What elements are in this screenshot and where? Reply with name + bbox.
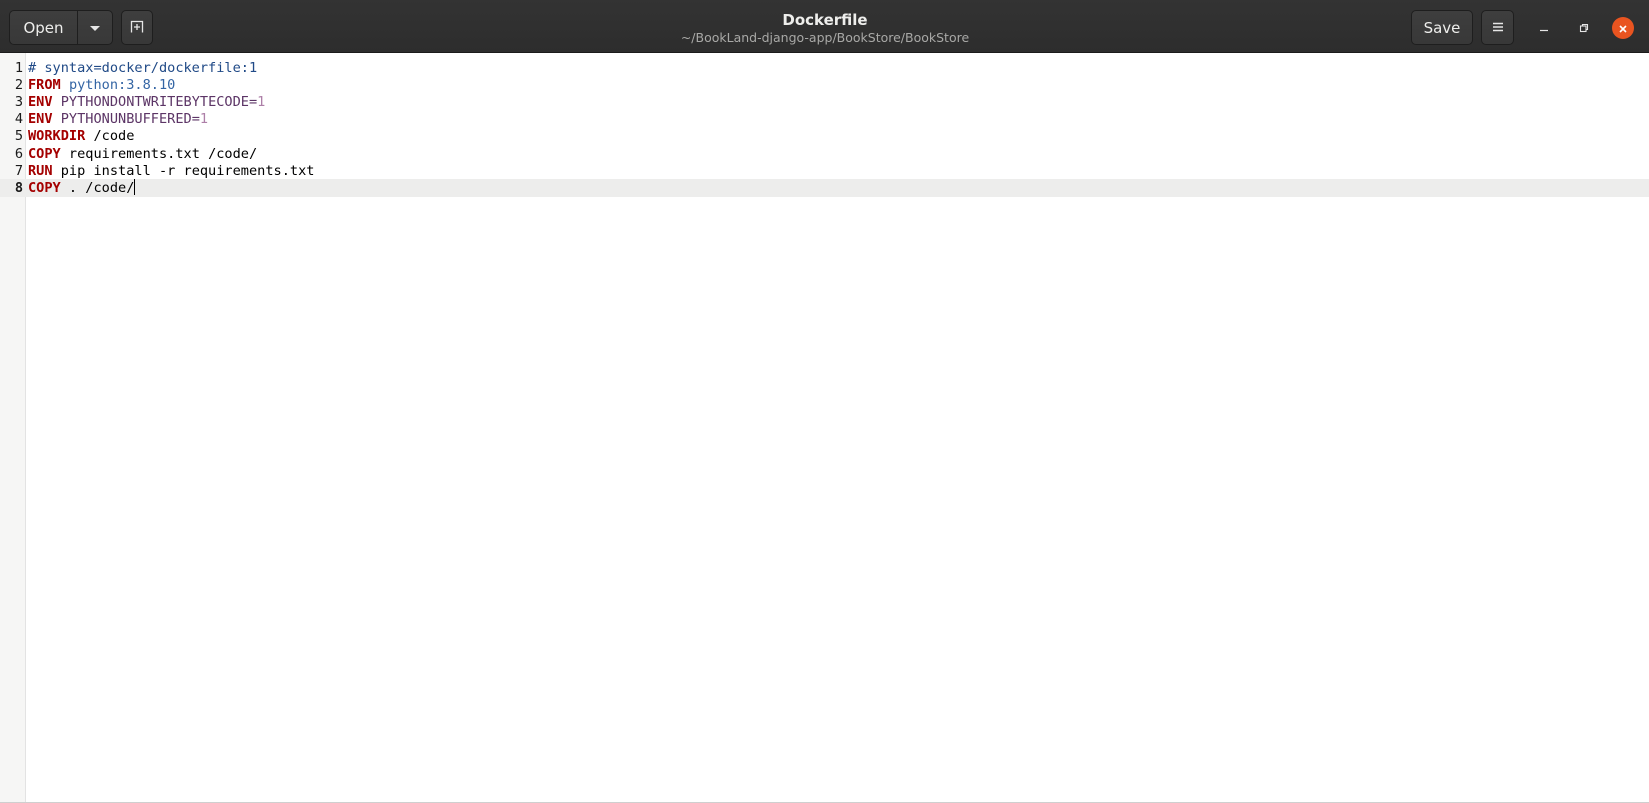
save-button[interactable]: Save <box>1411 10 1473 45</box>
code-token: ENV <box>28 94 53 111</box>
line-code: COPY . /code/ <box>28 178 136 197</box>
minimize-icon <box>1538 19 1550 38</box>
line-number: 1 <box>14 60 23 76</box>
code-token: PYTHONDONTWRITEBYTECODE= <box>60 94 258 111</box>
header-bar: Open Dockerfile ~/BookLand-django-app/Bo… <box>0 0 1649 53</box>
code-line[interactable]: 7 RUN pip install -r requirements.txt <box>0 162 1649 180</box>
open-button-label: Open <box>23 18 64 37</box>
code-token: # syntax=docker/dockerfile:1 <box>28 60 258 76</box>
code-token: PYTHONUNBUFFERED= <box>60 111 200 128</box>
code-token: ENV <box>28 111 53 128</box>
line-number: 6 <box>14 145 23 162</box>
line-code: FROM python:3.8.10 <box>28 76 175 94</box>
file-path-subtitle: ~/BookLand-django-app/BookStore/BookStor… <box>680 30 970 45</box>
line-code: RUN pip install -r requirements.txt <box>28 162 314 180</box>
code-line[interactable]: 3 ENV PYTHONDONTWRITEBYTECODE=1 <box>0 93 1649 111</box>
code-token: WORKDIR <box>28 128 86 145</box>
line-code: WORKDIR /code <box>28 127 134 145</box>
text-editor-window: Open Dockerfile ~/BookLand-django-app/Bo… <box>0 0 1649 803</box>
line-code: COPY requirements.txt /code/ <box>28 145 257 163</box>
code-line[interactable]: 1 # syntax=docker/dockerfile:1 <box>0 59 1649 77</box>
line-number: 2 <box>14 77 23 94</box>
code-token: /code <box>85 128 135 145</box>
new-document-icon <box>129 18 145 38</box>
open-button[interactable]: Open <box>9 10 78 45</box>
code-token: . /code/ <box>60 179 135 196</box>
code-token: 1 <box>199 111 209 128</box>
code-line[interactable]: 6 COPY requirements.txt /code/ <box>0 145 1649 163</box>
code-token: 1 <box>257 94 266 111</box>
line-code: ENV PYTHONUNBUFFERED=1 <box>28 110 208 128</box>
code-token: COPY <box>28 145 61 162</box>
code-token: FROM <box>28 77 61 94</box>
chevron-down-icon <box>89 19 101 37</box>
line-number: 7 <box>14 162 23 179</box>
code-line[interactable]: 8 COPY . /code/ <box>0 178 1649 197</box>
text-cursor <box>134 178 136 195</box>
line-code: # syntax=docker/dockerfile:1 <box>28 59 257 77</box>
open-button-group: Open <box>9 10 113 45</box>
open-recent-menu-button[interactable] <box>77 10 113 45</box>
window-title: Dockerfile <box>782 11 868 29</box>
code-token: pip install -r requirements.txt <box>52 162 315 179</box>
line-number: 8 <box>14 179 23 196</box>
new-tab-button[interactable] <box>121 10 153 45</box>
maximize-button[interactable] <box>1572 16 1596 40</box>
code-line[interactable]: 5 WORKDIR /code <box>0 127 1649 145</box>
code-token: COPY <box>28 179 61 196</box>
code-line[interactable]: 4 ENV PYTHONUNBUFFERED=1 <box>0 110 1649 128</box>
maximize-icon <box>1578 19 1590 38</box>
code-token: python:3.8.10 <box>68 77 176 94</box>
line-number: 5 <box>14 128 23 145</box>
line-number: 4 <box>14 111 23 128</box>
hamburger-menu-icon <box>1491 19 1505 37</box>
code-token: requirements.txt /code/ <box>60 145 258 162</box>
code-editor[interactable]: 1 # syntax=docker/dockerfile:1 2 FROM pytho… <box>0 53 1649 803</box>
line-number: 3 <box>14 94 23 111</box>
code-token: RUN <box>28 162 53 179</box>
minimize-button[interactable] <box>1532 16 1556 40</box>
close-button[interactable] <box>1612 17 1634 39</box>
line-code: ENV PYTHONDONTWRITEBYTECODE=1 <box>28 93 265 111</box>
title-block: Dockerfile ~/BookLand-django-app/BookSto… <box>600 11 1050 46</box>
save-button-label: Save <box>1423 18 1461 37</box>
code-line[interactable]: 2 FROM python:3.8.10 <box>0 76 1649 94</box>
main-menu-button[interactable] <box>1481 10 1514 45</box>
close-icon <box>1618 19 1628 38</box>
